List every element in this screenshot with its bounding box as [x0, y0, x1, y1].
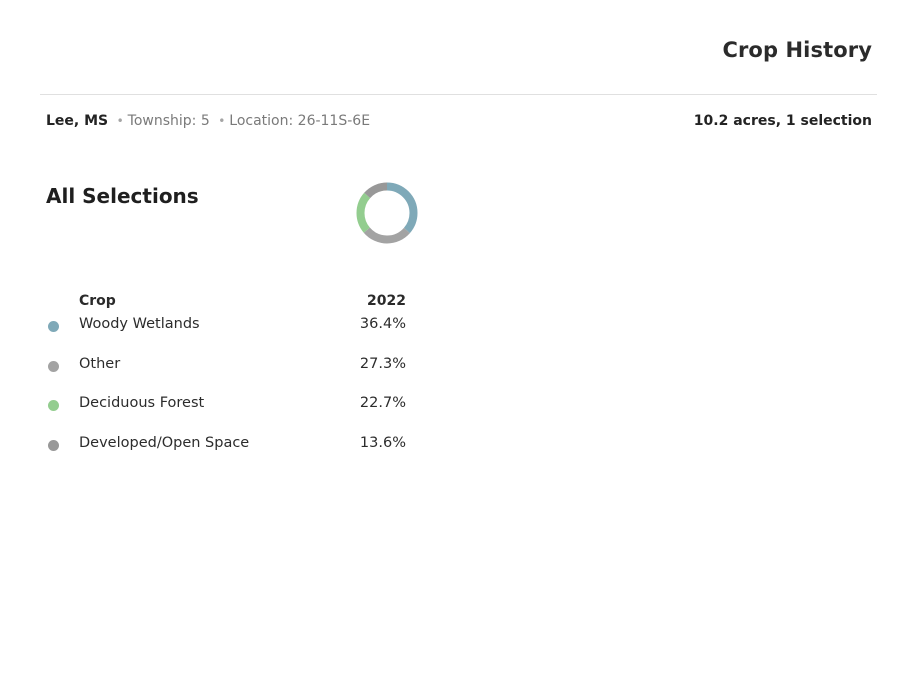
legend-dot — [48, 400, 59, 412]
separator: • — [116, 114, 124, 128]
location-breadcrumb: Lee, MS • Township: 5 • Location: 26-11S-6… — [46, 113, 370, 129]
legend-dot — [48, 360, 59, 372]
location-code-label: Location: 26-11S-6E — [229, 113, 371, 129]
year-column-header: 2022 — [367, 293, 406, 309]
crop-table: Crop 2022 Woody Wetlands 36.4% Other 27.… — [46, 291, 410, 472]
crop-percent: 22.7% — [359, 395, 406, 412]
crop-name: Developed/Open Space — [79, 435, 250, 452]
separator: • — [218, 114, 226, 128]
acreage-summary: 10.2 acres, 1 selection — [693, 113, 872, 129]
legend-dot — [48, 440, 59, 452]
crop-donut-chart — [356, 182, 418, 244]
section-title: All Selections — [46, 184, 199, 208]
table-row: Developed/Open Space 13.6% — [46, 432, 410, 472]
header-divider — [40, 94, 877, 95]
crop-name: Deciduous Forest — [79, 395, 205, 412]
crop-percent: 27.3% — [359, 355, 406, 372]
township-label: Township: 5 — [127, 113, 210, 129]
table-row: Woody Wetlands 36.4% — [46, 313, 410, 353]
table-row: Deciduous Forest 22.7% — [46, 392, 410, 432]
crop-percent: 36.4% — [359, 316, 406, 332]
crop-column-header: Crop — [79, 293, 116, 309]
crop-name: Woody Wetlands — [79, 316, 200, 332]
table-header: Crop 2022 — [46, 291, 410, 313]
county-label: Lee, MS — [46, 113, 109, 129]
page-title: Crop History — [722, 38, 872, 62]
crop-percent: 13.6% — [359, 435, 406, 452]
table-row: Other 27.3% — [46, 353, 410, 393]
legend-dot — [48, 321, 59, 332]
crop-name: Other — [79, 355, 121, 372]
